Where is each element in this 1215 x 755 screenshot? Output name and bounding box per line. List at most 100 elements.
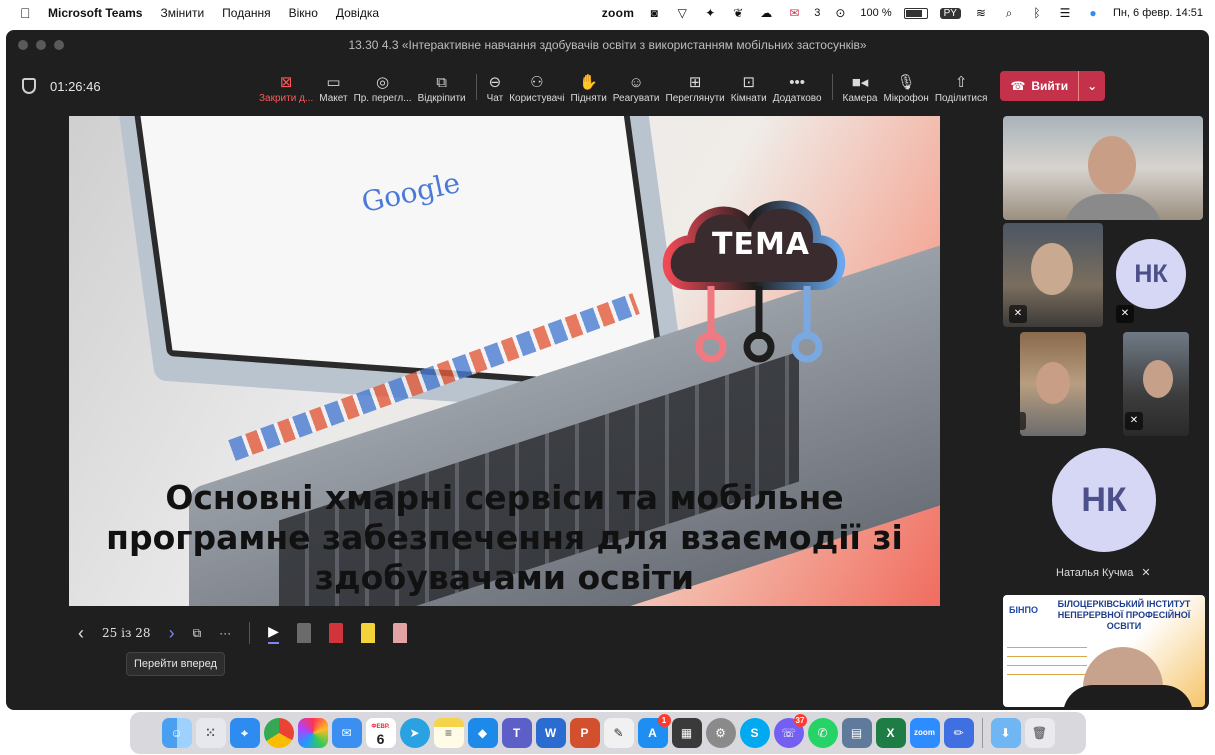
telegram-icon[interactable]: ➤ <box>399 718 430 748</box>
layout-button[interactable]: ▭ Макет <box>316 73 350 108</box>
mic-off-icon: ✕ <box>1009 305 1027 323</box>
menu-help[interactable]: Довідка <box>336 6 379 20</box>
participant-avatar-2[interactable]: НК <box>1052 448 1156 552</box>
trash-icon[interactable]: 🗑 <box>1024 718 1055 748</box>
calculator-icon[interactable]: ▦ <box>671 718 702 748</box>
play-circle-icon[interactable]: ⊙ <box>832 6 848 20</box>
mail-icon[interactable]: ✉ <box>331 718 362 748</box>
zoom-status-item[interactable]: zoom <box>602 6 635 20</box>
safari-icon[interactable]: ⌖ <box>229 718 260 748</box>
calendar-icon[interactable]: ФЕВР. 6 <box>365 718 396 748</box>
siri-icon[interactable]: ● <box>1085 6 1101 20</box>
preview-label: Пр. перегл... <box>353 93 412 104</box>
chrome-icon[interactable] <box>263 718 294 748</box>
skype-icon[interactable]: S <box>739 718 770 748</box>
viber-icon[interactable]: ☏ 37 <box>773 714 807 748</box>
topic-tag: ТЕМА <box>711 227 811 262</box>
teams-meeting-window: 13.30 4.3 «Інтерактивне навчання здобува… <box>6 30 1209 710</box>
excel-icon[interactable]: X <box>875 718 906 748</box>
app-menu[interactable]: Microsoft Teams <box>48 6 142 20</box>
app-store-badge: 1 <box>657 714 671 727</box>
raise-hand-button[interactable]: ✋ Підняти <box>567 73 609 108</box>
camera-button[interactable]: ■◂ Камера <box>840 73 881 108</box>
participant-video-1[interactable] <box>1003 116 1203 220</box>
system-settings-icon[interactable]: ⚙ <box>705 718 736 748</box>
whatsapp-icon[interactable]: ✆ <box>807 718 838 748</box>
close-box-icon: ⊠ <box>279 74 293 91</box>
slide-more-icon[interactable]: ··· <box>219 626 231 640</box>
control-center-icon[interactable]: ☰ <box>1057 6 1073 20</box>
participant-avatar-1[interactable]: НК <box>1116 239 1186 309</box>
apple-icon[interactable]:  <box>20 5 31 21</box>
close-sharing-button[interactable]: ⊠ Закрити д... <box>256 73 316 108</box>
participant-video-2[interactable]: ✕ <box>1003 223 1103 327</box>
bluetooth-icon[interactable]: ᛒ <box>1029 6 1045 20</box>
view-button[interactable]: ⊞ Переглянути <box>663 73 728 108</box>
more-button[interactable]: ••• Додатково <box>770 73 825 108</box>
rooms-button[interactable]: ⊡ Кімнати <box>728 73 770 108</box>
raise-hand-label: Підняти <box>570 93 607 104</box>
shared-slide: Google ТЕМА Основні хмарні сервіси та мо… <box>69 116 940 606</box>
pen-red-icon[interactable] <box>328 623 343 643</box>
share-button[interactable]: ⇧ Поділитися <box>932 73 991 108</box>
battery-icon[interactable] <box>903 7 928 19</box>
react-button[interactable]: ☺ Реагувати <box>610 73 663 108</box>
leave-button[interactable]: ☎ Вийти <box>1000 79 1078 93</box>
camera-label: Камера <box>842 93 878 104</box>
smiley-icon: ☺ <box>628 74 644 91</box>
chat-button[interactable]: ⊖ Чат <box>484 73 507 108</box>
slide-grid-icon[interactable]: ⧉ <box>193 626 202 641</box>
preview-button[interactable]: ◎ Пр. перегл... <box>351 73 415 108</box>
highlighter-yellow-icon[interactable] <box>360 623 375 643</box>
input-source[interactable]: PY <box>939 7 961 19</box>
launchpad-icon[interactable]: ⁙ <box>195 718 226 748</box>
participant-video-4[interactable]: ✕ <box>1123 332 1189 436</box>
people-button[interactable]: ⚇ Користувачі <box>506 73 567 108</box>
page-indicator: 25 із 28 <box>102 626 151 640</box>
powerpoint-icon[interactable]: P <box>569 718 600 748</box>
spotlight-search-icon[interactable]: ⌕ <box>1001 6 1017 20</box>
participant-video-3[interactable]: ✕ <box>1020 332 1086 436</box>
chat-label: Чат <box>486 93 504 104</box>
leave-options-button[interactable]: ⌄ <box>1078 71 1105 101</box>
institute-logo: БІНПО <box>1009 605 1038 615</box>
clock[interactable]: Пн, 6 февр. 14:51 <box>1113 7 1203 19</box>
mail-icon[interactable]: ✉ <box>786 6 802 20</box>
cloud-topic-graphic: ТЕМА <box>649 171 869 371</box>
word-icon[interactable]: W <box>535 718 566 748</box>
presenter-body <box>1063 685 1193 707</box>
cloud-icon[interactable]: ☁ <box>758 6 774 20</box>
laser-pointer-icon[interactable]: ▶ <box>268 623 279 644</box>
menu-edit[interactable]: Змінити <box>160 6 204 20</box>
popout-button[interactable]: ⧉ Відкріпити <box>415 73 469 108</box>
teams-alt-icon[interactable]: ◆ <box>467 718 498 748</box>
notes-icon[interactable]: ≡ <box>433 718 464 748</box>
previous-slide-button[interactable]: ‹ <box>78 623 84 644</box>
mic-button[interactable]: 🎙 Мікрофон <box>880 73 931 108</box>
textedit-icon[interactable]: ✎ <box>603 718 634 748</box>
shield-icon <box>22 78 36 94</box>
wifi-icon[interactable]: ≋ <box>973 6 989 20</box>
teams-icon[interactable]: T <box>501 718 532 748</box>
bird-icon[interactable]: ❦ <box>730 6 746 20</box>
dropbox-icon[interactable]: ✦ <box>702 6 718 20</box>
downloads-folder-icon[interactable]: ⬇ <box>990 718 1021 748</box>
photos-icon[interactable] <box>297 718 328 748</box>
zoom-app-icon[interactable]: zoom <box>909 718 940 748</box>
eraser-icon[interactable] <box>392 623 407 643</box>
menu-window[interactable]: Вікно <box>289 6 318 20</box>
next-slide-button[interactable]: › <box>169 623 175 644</box>
app-store-icon[interactable]: A1 <box>637 714 671 748</box>
focus-icon[interactable]: ◙ <box>646 6 662 20</box>
menu-view[interactable]: Подання <box>222 6 270 20</box>
view-label: Переглянути <box>665 93 725 104</box>
pencil-app-icon[interactable]: ✏ <box>943 718 974 748</box>
presenter-video[interactable]: БІНПО БІЛОЦЕРКІВСЬКИЙ ІНСТИТУТ НЕПЕРЕРВН… <box>1003 595 1205 707</box>
next-slide-tooltip: Перейти вперед <box>126 652 225 676</box>
finder-icon[interactable]: ☺ <box>161 718 192 748</box>
participant-body <box>1063 194 1163 220</box>
grid-icon: ⊞ <box>688 74 702 91</box>
pen-gray-icon[interactable] <box>296 623 311 643</box>
shield-check-icon[interactable]: ▽ <box>674 6 690 20</box>
preview-icon[interactable]: ▤ <box>841 718 872 748</box>
